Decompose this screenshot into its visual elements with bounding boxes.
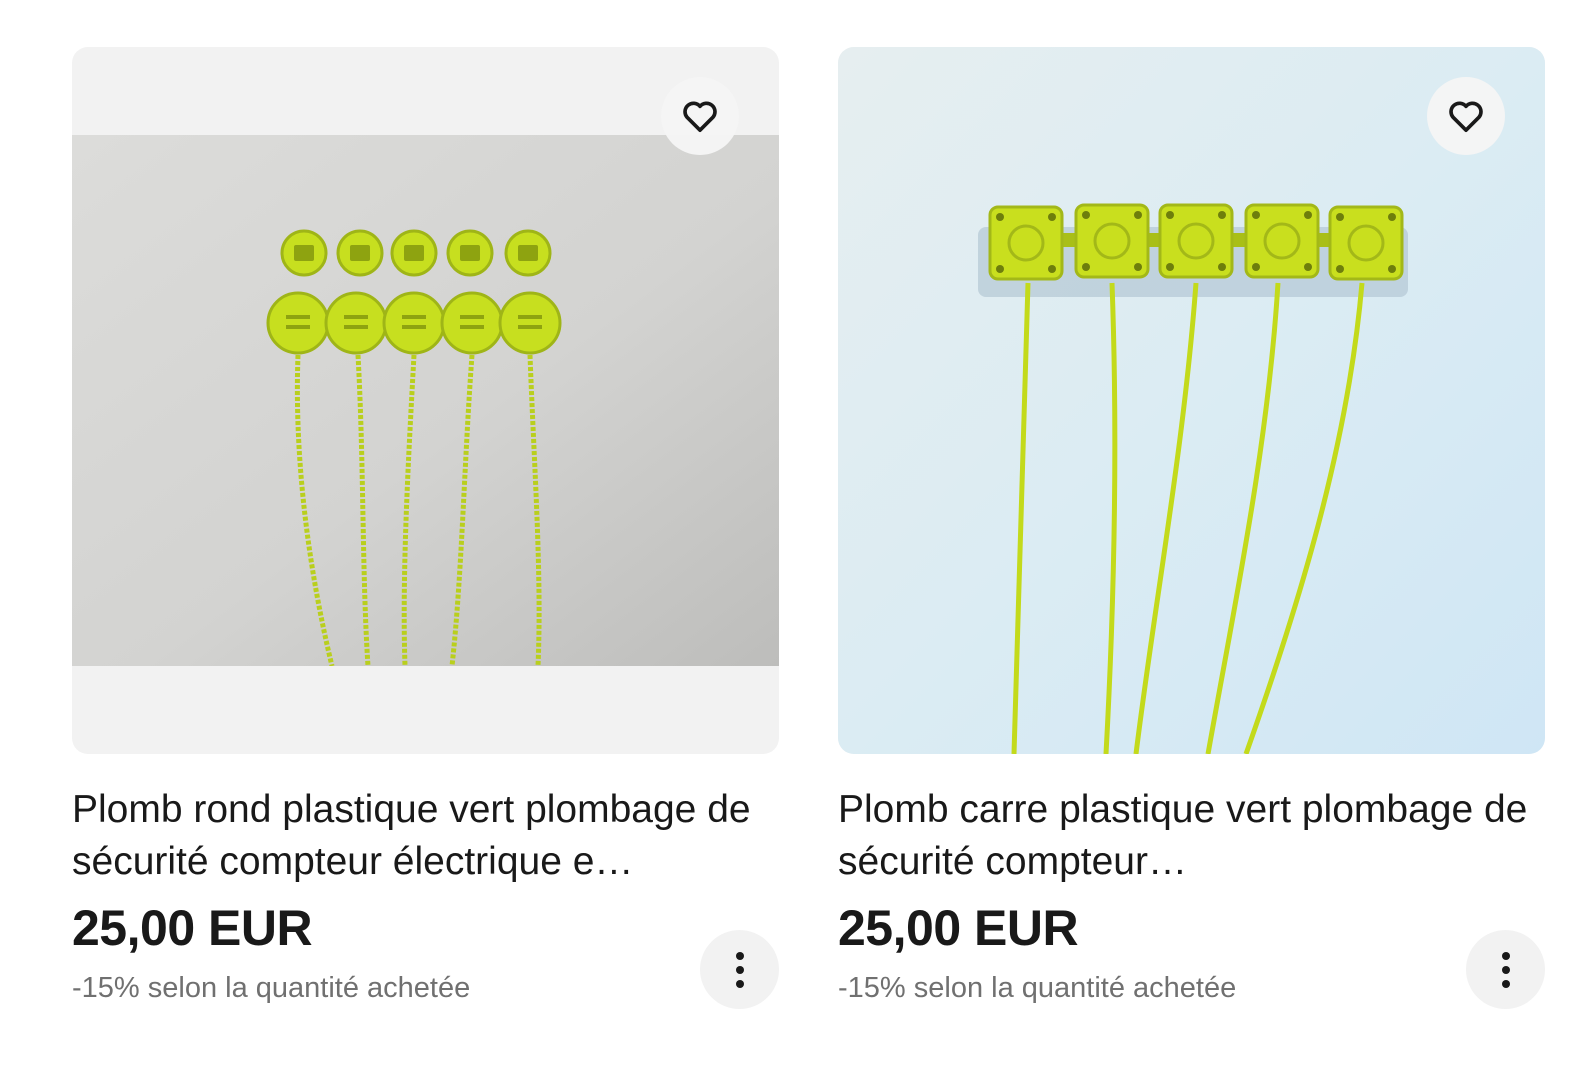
listing-photo-round-seals[interactable]: [72, 135, 779, 666]
listing-card[interactable]: Plomb rond plastique vert plombage de sé…: [72, 47, 779, 1009]
watch-button[interactable]: [1427, 77, 1505, 155]
listing-title[interactable]: Plomb rond plastique vert plombage de sé…: [72, 784, 779, 888]
listing-price: 25,00 EUR: [838, 900, 1079, 956]
more-options-button[interactable]: [1466, 930, 1545, 1009]
watch-button[interactable]: [661, 77, 739, 155]
listing-discount: -15% selon la quantité achetée: [838, 972, 1237, 1004]
heart-outline-icon: [1449, 101, 1483, 133]
vertical-ellipsis-icon: [735, 951, 744, 988]
listing-image-frame[interactable]: [838, 47, 1545, 754]
more-options-button[interactable]: [700, 930, 779, 1009]
listing-discount: -15% selon la quantité achetée: [72, 972, 471, 1004]
listing-image-frame[interactable]: [72, 47, 779, 754]
listing-price: 25,00 EUR: [72, 900, 313, 956]
listing-title[interactable]: Plomb carre plastique vert plombage de s…: [838, 784, 1545, 888]
heart-outline-icon: [683, 101, 717, 133]
listing-photo-square-seals[interactable]: [838, 47, 1545, 754]
vertical-ellipsis-icon: [1501, 951, 1510, 988]
listing-card[interactable]: Plomb carre plastique vert plombage de s…: [838, 47, 1545, 1009]
